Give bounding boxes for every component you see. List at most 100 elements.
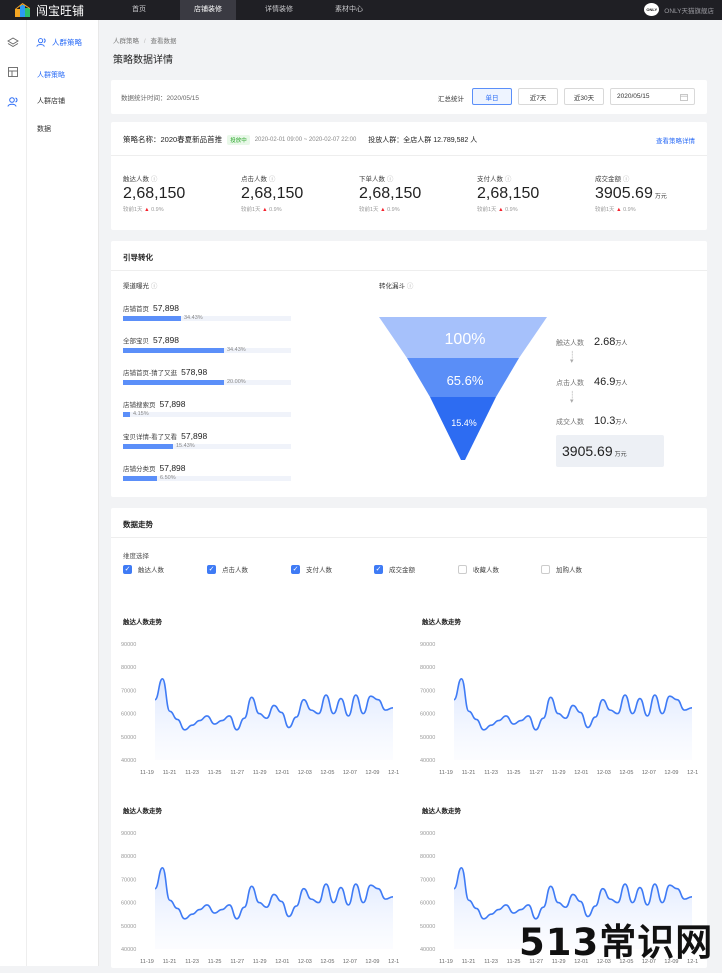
- shop-account[interactable]: ONLY ONLY天猫旗舰店: [644, 3, 714, 16]
- delta-label: 较前1天: [477, 207, 497, 213]
- sidebar-item-crowd-shop[interactable]: 人群店铺: [37, 96, 65, 106]
- dimension-checkbox[interactable]: ✓ 点击人数: [207, 564, 248, 574]
- layers-icon[interactable]: [7, 37, 19, 49]
- date-picker[interactable]: 2020/05/15: [610, 88, 695, 105]
- y-tick-label: 80000: [121, 665, 136, 671]
- channel-row: 店铺分类页 57,898 6.50%: [123, 463, 303, 481]
- dimension-checkbox[interactable]: 收藏人数: [458, 564, 499, 574]
- x-tick-label: 12-09: [365, 959, 379, 965]
- divider: [111, 537, 707, 538]
- channel-bar: [123, 316, 181, 321]
- metric-label: 下单人数: [359, 176, 385, 183]
- range-7-days-button[interactable]: 近7天: [518, 88, 558, 105]
- y-tick-label: 90000: [420, 831, 435, 837]
- chart-title: 触达人数走势: [123, 808, 162, 815]
- chart-title: 触达人数走势: [422, 808, 461, 815]
- total-amount-box: 3905.69 万元: [556, 435, 664, 467]
- nav-detail-decor[interactable]: 详情装修: [256, 0, 302, 20]
- y-tick-label: 50000: [420, 735, 435, 741]
- strategy-name: 2020春夏新品首推: [160, 135, 223, 144]
- dimension-checkbox[interactable]: ✓ 支付人数: [291, 564, 332, 574]
- sidebar-item-crowd-strategy[interactable]: 人群策略: [37, 70, 65, 80]
- x-tick-label: 11-25: [208, 770, 222, 776]
- brand-logo[interactable]: 闯宝旺铺: [14, 2, 84, 18]
- arrow-up-icon: ▲: [144, 207, 150, 213]
- y-tick-label: 60000: [121, 901, 136, 907]
- divider: [111, 270, 707, 271]
- metric-label: 触达人数: [123, 176, 149, 183]
- data-trend-card: 数据走势 维度选择 ✓ 触达人数 ✓ 点击人数 ✓ 支付人数 ✓ 成交金额 收藏人数 加购人数 触…: [111, 508, 707, 968]
- metric-value-wrap: 3905.69 万元: [595, 185, 705, 203]
- nav-shop-decor[interactable]: 店铺装修: [180, 0, 236, 20]
- metric-delta: 较前1天 ▲ 0.9%: [359, 205, 469, 213]
- metric-pay: 支付人数 ⓘ 2,68,150 较前1天 ▲ 0.9%: [477, 173, 587, 213]
- x-tick-label: 12-09: [365, 770, 379, 776]
- top-bar: 闯宝旺铺 首页 店铺装修 详情装修 素材中心 ONLY ONLY天猫旗舰店: [0, 0, 722, 20]
- x-tick-label: 11-23: [484, 770, 498, 776]
- range-30-days-button[interactable]: 近30天: [564, 88, 604, 105]
- sidebar-item-data[interactable]: 数据: [37, 124, 51, 134]
- view-strategy-link[interactable]: 查看策略详情: [656, 135, 695, 145]
- user-group-icon[interactable]: [7, 96, 19, 108]
- sidebar-header[interactable]: 人群策略: [36, 37, 82, 48]
- dimension-checkbox[interactable]: 加购人数: [541, 564, 582, 574]
- layout-icon[interactable]: [7, 66, 19, 78]
- calendar-icon: [680, 93, 688, 103]
- dimension-checkbox[interactable]: ✓ 成交金额: [374, 564, 415, 574]
- metric-value: 2,68,150: [123, 185, 186, 202]
- help-icon[interactable]: ⓘ: [151, 176, 158, 183]
- delta-value: 0.9%: [387, 207, 400, 213]
- help-icon[interactable]: ⓘ: [623, 176, 630, 183]
- help-icon[interactable]: ⓘ: [505, 176, 512, 183]
- step-value: 2.68: [594, 336, 616, 348]
- chart-title: 触达人数走势: [123, 619, 162, 626]
- checkbox-checked-icon[interactable]: ✓: [123, 564, 132, 574]
- channel-label: 店铺首页 57,898: [123, 303, 303, 313]
- checkbox-checked-icon[interactable]: ✓: [207, 564, 216, 574]
- metric-unit: 万元: [654, 194, 667, 200]
- step-value: 46.9: [594, 376, 616, 388]
- y-tick-label: 80000: [420, 665, 435, 671]
- brand-name: 闯宝旺铺: [36, 3, 85, 18]
- checkbox-checked-icon[interactable]: ✓: [291, 564, 300, 574]
- breadcrumb-parent[interactable]: 人群策略: [113, 38, 139, 45]
- help-icon[interactable]: ⓘ: [387, 176, 394, 183]
- metric-label-wrap: 点击人数 ⓘ: [241, 173, 351, 183]
- y-tick-label: 70000: [121, 688, 136, 694]
- checkbox-checked-icon[interactable]: ✓: [374, 564, 383, 574]
- nav-home[interactable]: 首页: [120, 0, 158, 20]
- dimension-checkbox[interactable]: ✓ 触达人数: [123, 564, 164, 574]
- step-unit: 万人: [615, 381, 628, 387]
- trend-chart: 触达人数走势 90000 80000 70000 60000 50000 40000 11-…: [410, 604, 698, 784]
- total-unit: 万元: [614, 451, 627, 458]
- arrow-down-icon: ┆ ▾: [570, 352, 575, 365]
- summary-label: 汇总统计: [438, 96, 464, 103]
- guide-conversion-card: 引导转化 渠道曝光 ⓘ 转化漏斗 ⓘ 店铺首页 57,898 34.43% 全部宝…: [111, 241, 707, 497]
- help-icon[interactable]: ⓘ: [269, 176, 276, 183]
- x-tick-label: 12-03: [298, 770, 312, 776]
- checkbox-unchecked-icon[interactable]: [458, 564, 467, 574]
- channel-title: 渠道曝光 ⓘ: [123, 280, 157, 290]
- y-tick-label: 70000: [121, 877, 136, 883]
- channel-bar: [123, 380, 224, 385]
- metric-value: 3905.69: [595, 185, 653, 202]
- shop-avatar: ONLY: [644, 3, 660, 16]
- filter-bar: 数据统计时间：2020/05/15 汇总统计 单日 近7天 近30天 2020/…: [111, 80, 707, 114]
- strategy-period: 2020-02-01 09:00 ~ 2020-02-07 22:00: [254, 136, 357, 143]
- arrow-up-icon: ▲: [498, 207, 504, 213]
- nav-material-center[interactable]: 素材中心: [326, 0, 372, 20]
- help-icon[interactable]: ⓘ: [407, 283, 414, 290]
- range-single-day-button[interactable]: 单日: [472, 88, 512, 105]
- channel-bar-track: 34.43%: [123, 315, 291, 321]
- divider: [111, 155, 707, 156]
- channel-name: 店铺首页-猜了又逛: [123, 370, 178, 377]
- status-badge: 投放中: [227, 134, 250, 145]
- help-icon[interactable]: ⓘ: [151, 283, 158, 290]
- x-tick-label: 11-19: [439, 770, 453, 776]
- checkbox-unchecked-icon[interactable]: [541, 564, 550, 574]
- x-tick-label: 12-03: [597, 770, 611, 776]
- x-tick-label: 11-21: [163, 959, 177, 965]
- delta-label: 较前1天: [241, 207, 261, 213]
- funnel-stage-3: [430, 397, 496, 460]
- x-tick-label: 11-19: [140, 770, 154, 776]
